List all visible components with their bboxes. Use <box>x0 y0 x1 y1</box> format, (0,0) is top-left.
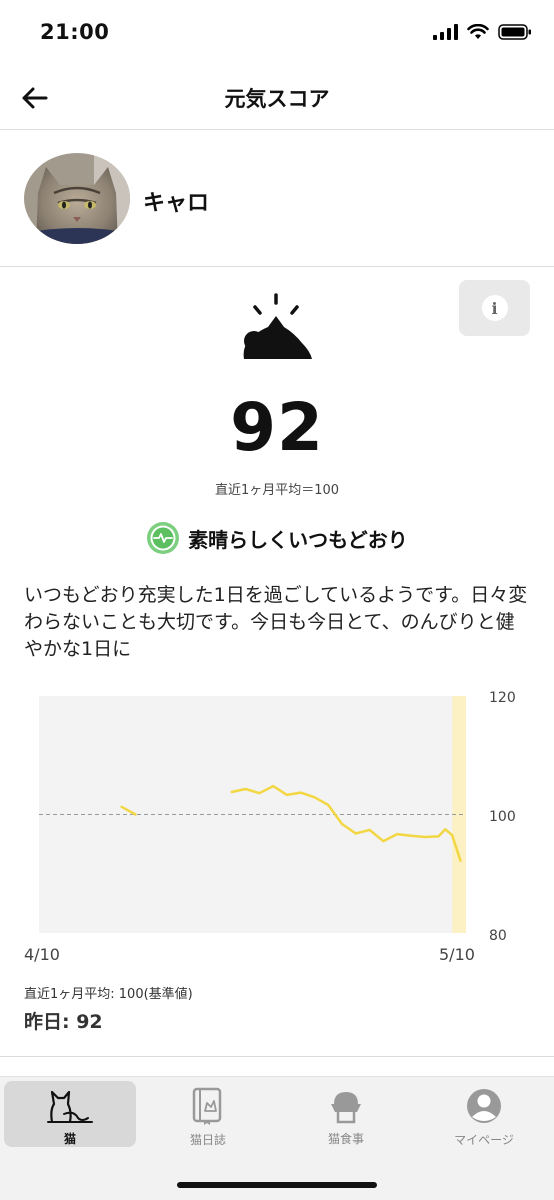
status-label: 素晴らしくいつもどおり <box>188 527 408 552</box>
status-icons <box>433 24 532 40</box>
tab-food[interactable]: 猫食事 <box>280 1081 412 1147</box>
x-end-label: 5/10 <box>439 945 475 964</box>
heartbeat-icon <box>147 522 180 554</box>
tab-label: 猫食事 <box>327 1132 364 1146</box>
score-chart: 120 100 80 4/10 5/10 <box>24 690 516 964</box>
y-tick-label: 80 <box>489 928 507 944</box>
chart-footnote: 直近1ヶ月平均: 100(基準値) <box>24 987 193 1002</box>
diary-icon <box>192 1087 222 1125</box>
nav-header: 元気スコア <box>0 66 554 130</box>
cat-name: キャロ <box>143 191 210 216</box>
mountain-sunrise-icon <box>243 293 312 359</box>
food-bowl-icon <box>331 1092 361 1124</box>
page-title: 元気スコア <box>224 87 330 111</box>
home-indicator <box>177 1182 377 1188</box>
tab-diary[interactable]: 猫日誌 <box>142 1081 274 1147</box>
status-bar: 21:00 <box>0 0 554 66</box>
y-tick-label: 120 <box>489 690 516 706</box>
info-button[interactable]: i <box>459 280 530 336</box>
score-section: i 92 直近1ヶ月平均＝100 素晴らしくいつもどおり いつもどおり充実した1… <box>0 267 554 1057</box>
status-row: 素晴らしくいつもどおり <box>0 521 554 555</box>
tab-label: マイページ <box>454 1133 514 1147</box>
battery-icon <box>498 24 531 40</box>
cat-avatar[interactable] <box>24 153 130 244</box>
cellular-signal-icon <box>433 24 458 40</box>
info-icon: i <box>481 295 508 321</box>
wifi-icon <box>467 24 489 39</box>
yesterday-score: 昨日: 92 <box>24 1011 103 1033</box>
x-start-label: 4/10 <box>24 945 60 964</box>
status-description: いつもどおり充実した1日を過ごしているようです。日々変わらないことも大切です。今… <box>24 584 528 660</box>
score-value: 92 <box>230 389 324 466</box>
monthly-average: 直近1ヶ月平均＝100 <box>214 483 340 498</box>
status-time: 21:00 <box>40 20 110 44</box>
user-icon <box>467 1089 501 1123</box>
tab-bar: 猫 猫日誌 猫食事 マイページ <box>0 1076 554 1200</box>
tab-cat[interactable]: 猫 <box>4 1081 136 1147</box>
tab-label: 猫 <box>63 1132 76 1146</box>
y-tick-label: 100 <box>489 809 516 825</box>
tab-mypage[interactable]: マイページ <box>418 1081 550 1147</box>
cat-profile: キャロ <box>0 131 554 267</box>
tab-label: 猫日誌 <box>189 1133 226 1147</box>
cat-icon <box>47 1090 93 1123</box>
